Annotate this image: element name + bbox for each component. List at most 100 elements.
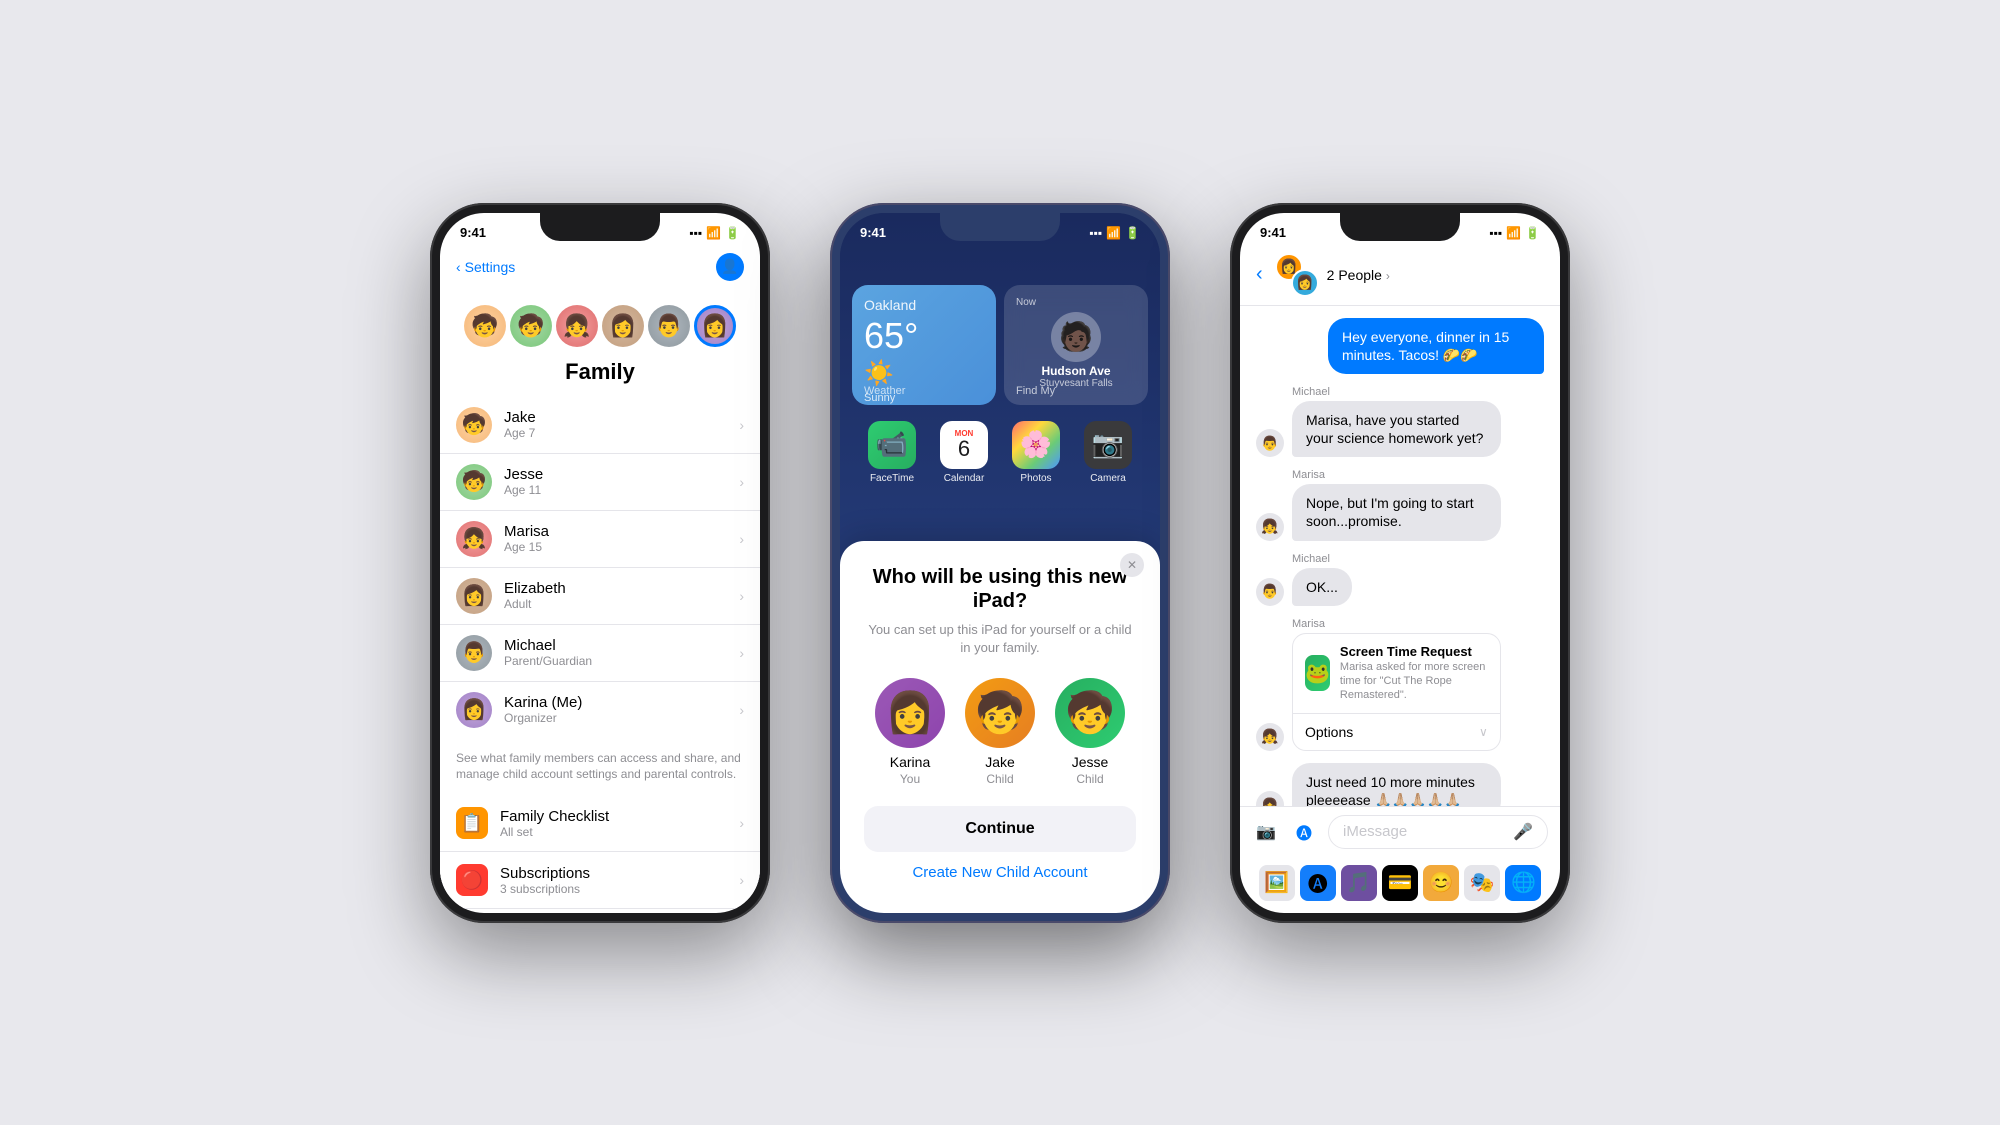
person-emoji: 🧑🏿 xyxy=(1059,320,1094,353)
camera-app[interactable]: 📷 Camera xyxy=(1084,421,1132,484)
messages-input-bar: 📷 🅐 iMessage 🎤 🖼️ 🅐 🎵 💳 😊 🎭 🌐 xyxy=(1240,806,1560,913)
message-input-field[interactable]: iMessage 🎤 xyxy=(1328,815,1548,849)
calendar-num: 6 xyxy=(958,438,970,460)
music-suggestion[interactable]: 🎵 xyxy=(1341,865,1377,901)
photos-label: Photos xyxy=(1020,473,1051,484)
calendar-app[interactable]: MON 6 Calendar xyxy=(940,421,988,484)
photos-app[interactable]: 🌸 Photos xyxy=(1012,421,1060,484)
member-jake[interactable]: 🧒 Jake Age 7 › xyxy=(440,397,760,454)
member-michael[interactable]: 👨 Michael Parent/Guardian › xyxy=(440,625,760,682)
modal-user-karina[interactable]: 👩 Karina You xyxy=(875,678,945,786)
findmy-label: Find My xyxy=(1016,385,1055,397)
group-avatars: 👩 👩 xyxy=(1275,253,1319,297)
chevron-icon: › xyxy=(739,531,744,547)
facetime-app[interactable]: 📹 FaceTime xyxy=(868,421,916,484)
modal-user-jake[interactable]: 🧒 Jake Child xyxy=(965,678,1035,786)
app-suggestions-row: 🖼️ 🅐 🎵 💳 😊 🎭 🌐 xyxy=(1252,857,1548,905)
marisa-bubble-1: Nope, but I'm going to start soon...prom… xyxy=(1292,484,1501,540)
applepay-suggestion[interactable]: 💳 xyxy=(1382,865,1418,901)
create-child-account-link[interactable]: Create New Child Account xyxy=(864,864,1136,881)
karina-info: Karina (Me) Organizer xyxy=(504,694,727,725)
notch-1 xyxy=(540,213,660,241)
messages-body: Hey everyone, dinner in 15 minutes. Taco… xyxy=(1240,306,1560,806)
avatar-michael[interactable]: 👨 xyxy=(648,305,690,347)
chevron-icon: › xyxy=(739,815,744,831)
avatar-karina[interactable]: 👩 xyxy=(694,305,736,347)
stc-options-chevron-icon: ∨ xyxy=(1479,725,1488,739)
wifi-icon: 📶 xyxy=(1506,226,1521,240)
michael-avatar: 👨 xyxy=(456,635,492,671)
back-chevron-icon: ‹ xyxy=(456,259,461,275)
modal-user-jesse[interactable]: 🧒 Jesse Child xyxy=(1055,678,1125,786)
stc-text: Screen Time Request Marisa asked for mor… xyxy=(1340,644,1488,703)
checklist-subtitle: All set xyxy=(500,825,727,839)
weather-temp: 65° xyxy=(864,315,984,357)
safari-suggestion[interactable]: 🌐 xyxy=(1505,865,1541,901)
member-marisa[interactable]: 👧 Marisa Age 15 › xyxy=(440,511,760,568)
phone-ipad-setup: 9:41 ▪▪▪ 📶 🔋 Oakland 65° ☀️ Sunny xyxy=(830,203,1170,923)
findmy-widget[interactable]: Now 🧑🏿 Hudson Ave Stuyvesant Falls Find … xyxy=(1004,285,1148,405)
appstore-suggestion[interactable]: 🅐 xyxy=(1300,865,1336,901)
marisa-emoji-2: 👧 xyxy=(1261,728,1278,745)
jake-memoji2: 🧒 xyxy=(975,689,1025,736)
stc-options[interactable]: Options ∨ xyxy=(1293,714,1500,750)
elizabeth-info: Elizabeth Adult xyxy=(504,580,727,611)
back-button-messages[interactable]: ‹ xyxy=(1256,263,1263,286)
wifi-icon: 📶 xyxy=(706,226,721,240)
group-name-text: 2 People xyxy=(1327,267,1382,283)
marisa-please-received: 👧 Just need 10 more minutes pleeeease 🙏🏼… xyxy=(1256,763,1501,806)
michael-bubble-1: Marisa, have you started your science ho… xyxy=(1292,401,1501,457)
avatar-jesse[interactable]: 🧒 xyxy=(510,305,552,347)
checklist-item[interactable]: 📋 Family Checklist All set › xyxy=(440,795,760,852)
checklist-info: Family Checklist All set xyxy=(500,808,727,839)
modal-close-button[interactable]: ✕ xyxy=(1120,553,1144,577)
phones-container: 9:41 ▪▪▪ 📶 🔋 ‹ Settings 👤 🧒 xyxy=(0,0,2000,1125)
avatar-elizabeth[interactable]: 👩 xyxy=(602,305,644,347)
chevron-icon: › xyxy=(739,474,744,490)
marisa-info: Marisa Age 15 xyxy=(504,523,727,554)
memoji-suggestion[interactable]: 😊 xyxy=(1423,865,1459,901)
michael-message-received-1: 👨 Marisa, have you started your science … xyxy=(1256,401,1501,457)
michael-sender-label-2: Michael xyxy=(1292,553,1544,565)
wifi-icon: 📶 xyxy=(1106,226,1121,240)
photos-icon: 🌸 xyxy=(1012,421,1060,469)
appstore-input-icon[interactable]: 🅐 xyxy=(1290,818,1318,846)
avatar-jake[interactable]: 🧒 xyxy=(464,305,506,347)
stc-title: Screen Time Request xyxy=(1340,644,1488,659)
back-button[interactable]: ‹ Settings xyxy=(456,259,515,275)
group-name[interactable]: 2 People › xyxy=(1327,267,1544,283)
add-member-button[interactable]: 👤 xyxy=(716,253,744,281)
stc-options-label: Options xyxy=(1305,724,1353,740)
marisa-memoji: 👧 xyxy=(563,313,590,339)
photos-suggestion[interactable]: 🖼️ xyxy=(1259,865,1295,901)
elizabeth-memoji: 👩 xyxy=(609,313,636,339)
subscriptions-subtitle: 3 subscriptions xyxy=(500,882,727,896)
modal-karina-name: Karina xyxy=(890,754,930,770)
camera-input-icon[interactable]: 📷 xyxy=(1252,818,1280,846)
setup-modal: ✕ Who will be using this new iPad? You c… xyxy=(840,541,1160,912)
weather-widget[interactable]: Oakland 65° ☀️ Sunny H:72° L:55° Weather xyxy=(852,285,996,405)
continue-button[interactable]: Continue xyxy=(864,806,1136,852)
modal-users: 👩 Karina You 🧒 Jake Child xyxy=(864,678,1136,786)
modal-jake-name: Jake xyxy=(985,754,1015,770)
back-label: Settings xyxy=(465,259,516,275)
avatar-marisa[interactable]: 👧 xyxy=(556,305,598,347)
subscriptions-item[interactable]: 🔴 Subscriptions 3 subscriptions › xyxy=(440,852,760,909)
group-chevron-icon: › xyxy=(1386,269,1390,283)
camera-label: Camera xyxy=(1090,473,1126,484)
checklist-title: Family Checklist xyxy=(500,808,727,825)
modal-jesse-role: Child xyxy=(1076,772,1103,786)
microphone-icon[interactable]: 🎤 xyxy=(1513,822,1533,842)
michael-info: Michael Parent/Guardian xyxy=(504,637,727,668)
marisa-avatar: 👧 xyxy=(456,521,492,557)
modal-jesse-avatar: 🧒 xyxy=(1055,678,1125,748)
member-jesse[interactable]: 🧒 Jesse Age 11 › xyxy=(440,454,760,511)
member-elizabeth[interactable]: 👩 Elizabeth Adult › xyxy=(440,568,760,625)
app-icons-row: 📹 FaceTime MON 6 Calendar 🌸 xyxy=(840,417,1160,492)
screen-time-card: 🐸 Screen Time Request Marisa asked for m… xyxy=(1292,633,1501,751)
member-karina[interactable]: 👩 Karina (Me) Organizer › xyxy=(440,682,760,738)
weather-range: H:72° L:55° xyxy=(864,404,984,405)
family-description: See what family members can access and s… xyxy=(440,746,760,796)
marisa-name: Marisa xyxy=(504,523,727,540)
animoji-suggestion[interactable]: 🎭 xyxy=(1464,865,1500,901)
